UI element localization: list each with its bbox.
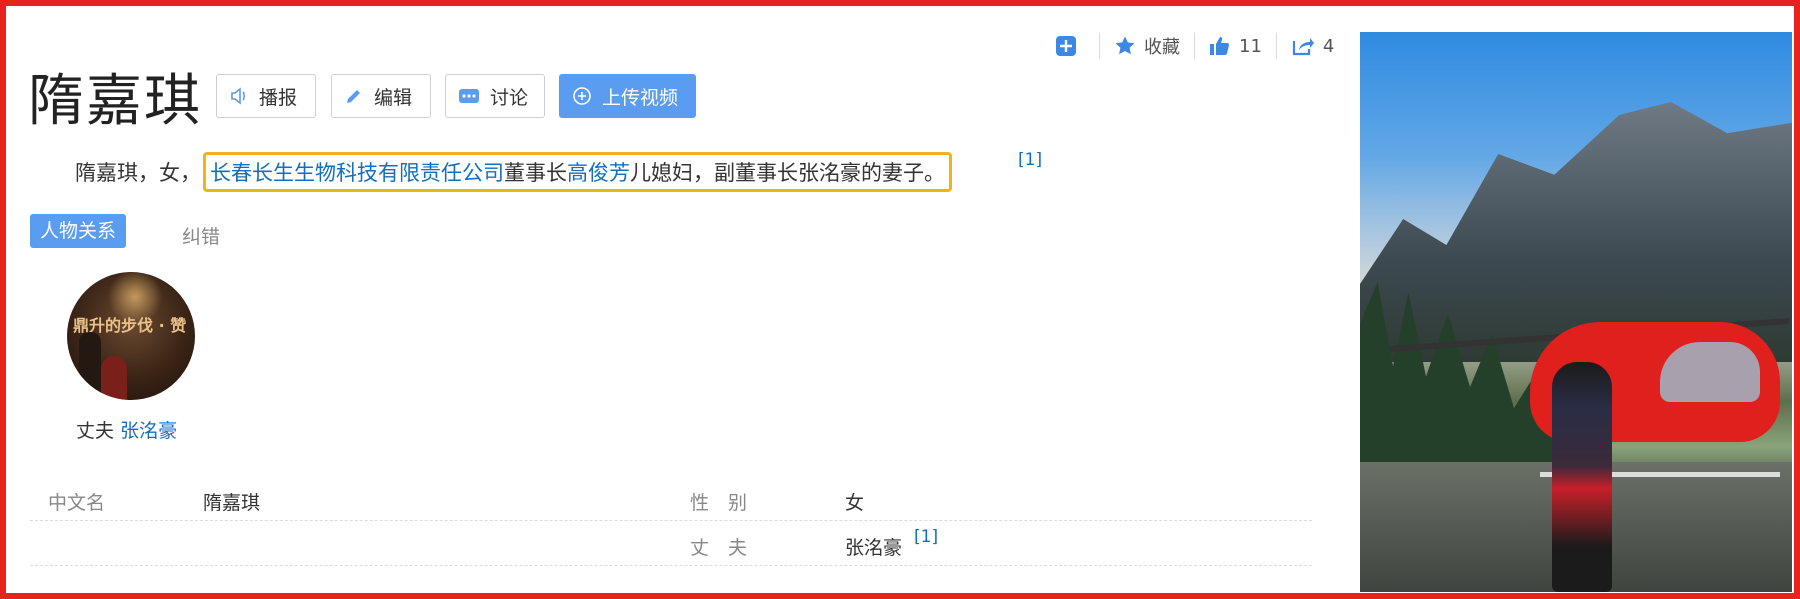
value-husband-link[interactable]: 张洺豪 [845, 533, 902, 560]
infobox: 中文名 隋嘉琪 性 别 女 丈 夫 张洺豪 [1] [30, 476, 1312, 566]
relation-type: 丈夫 [76, 420, 115, 442]
discuss-button[interactable]: 讨论 [445, 74, 545, 118]
broadcast-button[interactable]: 播报 [216, 74, 316, 118]
page-title: 隋嘉琪 [28, 69, 202, 134]
summary-paragraph: 隋嘉琪，女， 长春长生生物科技有限责任公司董事长高俊芳儿媳妇，副董事长张洺豪的妻子… [75, 152, 952, 192]
share-icon [1292, 38, 1314, 56]
tab-correction[interactable]: 纠错 [182, 222, 220, 249]
plus-circle-icon [573, 87, 591, 105]
value-gender: 女 [845, 492, 865, 514]
highlight-box: 长春长生生物科技有限责任公司董事长高俊芳儿媳妇，副董事长张洺豪的妻子。 [203, 152, 952, 192]
relation-name-link[interactable]: 张洺豪 [120, 420, 177, 442]
favorite-label: 收藏 [1144, 37, 1180, 58]
value-chinese-name: 隋嘉琪 [203, 492, 261, 514]
person-link[interactable]: 高俊芳 [567, 161, 630, 185]
avatar-podium [101, 356, 127, 400]
toolbar-divider [1275, 33, 1277, 59]
chat-icon [459, 89, 479, 103]
discuss-label: 讨论 [490, 86, 529, 109]
favorite-button[interactable]: 收藏 [1114, 33, 1180, 59]
avatar[interactable]: 鼎升的步伐 · 赞 [67, 272, 195, 400]
infobox-row: 丈 夫 张洺豪 [1] [30, 521, 1312, 566]
star-icon [1115, 36, 1135, 55]
label-gender: 性 别 [690, 492, 748, 514]
photo-person [1552, 362, 1612, 592]
like-button[interactable]: 11 [1209, 35, 1262, 57]
toolbar-divider [1194, 33, 1195, 59]
toolbar-divider [1099, 33, 1100, 59]
husband-reference[interactable]: [1] [914, 527, 938, 547]
broadcast-label: 播报 [259, 86, 298, 109]
reference-link[interactable]: [1] [1018, 150, 1042, 170]
infobox-row: 中文名 隋嘉琪 性 别 女 [30, 476, 1312, 521]
edit-label: 编辑 [374, 86, 413, 109]
photo-helicopter-window [1660, 342, 1760, 402]
avatar-figure [79, 332, 101, 400]
relation-caption: 丈夫 张洺豪 [76, 416, 177, 443]
summary-prefix: 隋嘉琪，女， [75, 161, 201, 185]
share-count: 4 [1322, 35, 1335, 57]
upload-video-label: 上传视频 [602, 86, 679, 109]
label-chinese-name: 中文名 [48, 492, 106, 514]
plus-square-icon [1056, 36, 1076, 56]
share-button[interactable]: 4 [1291, 35, 1334, 57]
summary-mid: 董事长 [504, 161, 567, 185]
pencil-icon [347, 90, 360, 103]
summary-suffix: 儿媳妇，副董事长张洺豪的妻子。 [630, 161, 945, 185]
company-link[interactable]: 长春长生生物科技有限责任公司 [210, 161, 504, 185]
upload-video-button[interactable]: 上传视频 [559, 74, 696, 118]
like-count: 11 [1239, 35, 1262, 57]
edit-button[interactable]: 编辑 [331, 74, 431, 118]
toolbar: 收藏 11 4 [1055, 30, 1334, 62]
thumbs-up-icon [1210, 37, 1229, 55]
label-husband: 丈 夫 [690, 537, 748, 559]
tab-relations[interactable]: 人物关系 [30, 214, 127, 248]
speaker-icon [231, 87, 245, 105]
add-button[interactable] [1055, 35, 1085, 57]
profile-photo[interactable] [1360, 32, 1792, 592]
